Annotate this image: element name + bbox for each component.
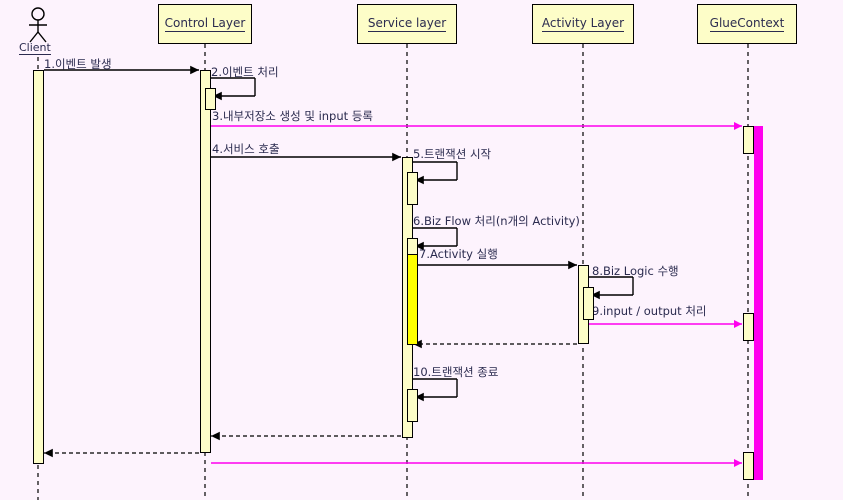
message-label-6: 6.Biz Flow 처리(n개의 Activity) [413,214,580,228]
activation-bar-service [407,254,418,345]
gluecontext-highlight-band [754,126,763,480]
message-label-5: 5.트랜잭션 시작 [413,147,492,161]
activation-bar-glue [743,313,754,341]
participant-box-glue[interactable]: GlueContext [697,4,797,44]
message-label-2: 2.이벤트 처리 [211,65,279,79]
activation-bar-control [200,70,211,453]
participant-label-glue: GlueContext [709,15,785,32]
activation-bar-glue [743,452,754,480]
activation-bar-service [407,172,418,205]
message-arrow-1-head [190,65,199,75]
message-label-1: 1.이벤트 발생 [44,57,112,71]
message-arrow-r4-head [211,431,220,441]
activation-bar-activity [583,287,594,320]
activation-bar-control [205,88,216,110]
message-label-4: 4.서비스 호출 [212,142,280,156]
message-arrow-4-head [392,152,401,162]
activation-bar-service [407,389,418,422]
message-label-9: 9.input / output 처리 [592,304,707,318]
message-arrow-3-head [734,122,742,130]
message-label-10: 10.트랜잭션 종료 [413,365,499,379]
participant-label-service: Service layer [367,15,447,32]
message-label-7: 7.Activity 실행 [419,247,498,261]
participant-box-service[interactable]: Service layer [357,4,457,44]
participant-box-activity[interactable]: Activity Layer [532,4,634,44]
participant-label-control: Control Layer [164,15,246,32]
message-arrow-11-head [734,459,742,467]
message-arrow-7-head [568,260,577,270]
sequence-diagram-canvas: Client Control Layer Service layer Activity… [0,0,843,500]
activation-bar-client [33,70,44,464]
actor-figure-client [29,7,47,43]
participant-label-activity: Activity Layer [541,15,625,32]
message-arrow-9-head [734,320,742,328]
message-label-8: 8.Biz Logic 수행 [592,264,679,278]
participant-box-control[interactable]: Control Layer [158,4,252,44]
participant-label-client: Client [19,41,51,55]
message-label-3: 3.내부저장소 생성 및 input 등록 [212,109,373,123]
message-arrow-r1-head [44,448,53,458]
activation-bar-glue [743,126,754,154]
